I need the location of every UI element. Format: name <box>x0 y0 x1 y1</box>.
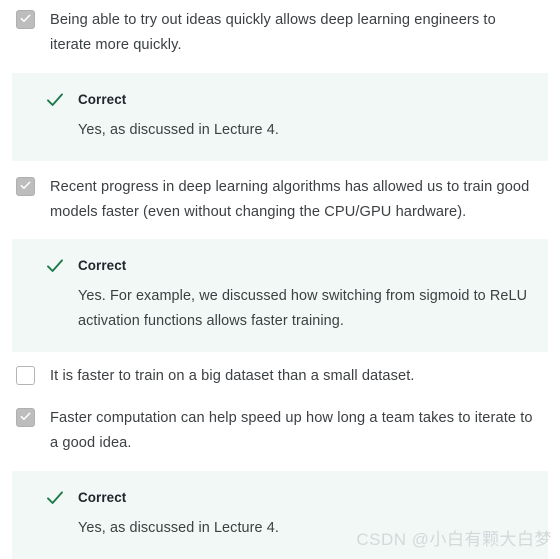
feedback-correct-box: Correct Yes, as discussed in Lecture 4. <box>12 73 548 161</box>
feedback-correct-box: Correct Yes, as discussed in Lecture 4. <box>12 471 548 559</box>
option-checkbox-checked[interactable] <box>16 10 35 29</box>
option-row[interactable]: Being able to try out ideas quickly allo… <box>0 0 560 58</box>
quiz-answer-review: Being able to try out ideas quickly allo… <box>0 0 560 559</box>
option-label: Recent progress in deep learning algorit… <box>50 179 530 220</box>
feedback-body: Yes, as discussed in Lecture 4. <box>78 122 279 138</box>
feedback-title: Correct <box>78 490 127 505</box>
check-icon <box>47 93 63 106</box>
check-icon <box>47 491 63 504</box>
feedback-title: Correct <box>78 92 127 107</box>
option-row[interactable]: Faster computation can help speed up how… <box>0 389 560 456</box>
feedback-correct-box: Correct Yes. For example, we discussed h… <box>12 239 548 352</box>
feedback-header: Correct <box>46 91 528 109</box>
checkmark-icon <box>20 181 31 190</box>
feedback-body: Yes, as discussed in Lecture 4. <box>78 520 279 536</box>
option-checkbox-checked[interactable] <box>16 408 35 427</box>
feedback-title: Correct <box>78 258 127 273</box>
option-label: It is faster to train on a big dataset t… <box>50 368 415 384</box>
option-row[interactable]: Recent progress in deep learning algorit… <box>0 161 560 225</box>
checkmark-icon <box>20 412 31 421</box>
option-checkbox-unchecked[interactable] <box>16 366 35 385</box>
feedback-header: Correct <box>46 257 528 275</box>
option-label: Faster computation can help speed up how… <box>50 410 533 451</box>
option-label: Being able to try out ideas quickly allo… <box>50 12 496 53</box>
check-icon <box>47 259 63 272</box>
option-row[interactable]: It is faster to train on a big dataset t… <box>0 352 560 389</box>
checkmark-icon <box>20 14 31 23</box>
option-checkbox-checked[interactable] <box>16 177 35 196</box>
feedback-body: Yes. For example, we discussed how switc… <box>78 288 528 329</box>
feedback-header: Correct <box>46 489 528 507</box>
